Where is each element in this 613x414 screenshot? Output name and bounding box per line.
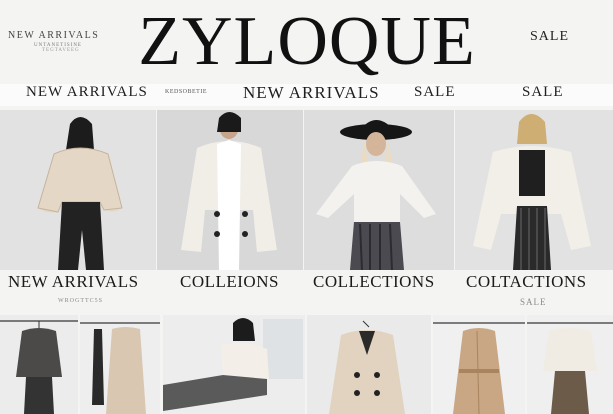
woman-reclining-icon [163,315,305,414]
hanging-dresses-icon [80,315,160,414]
woman-cardigan-icon [455,110,613,270]
nav-small-label: KEDSOBETIE [165,89,207,95]
trench-coat-icon [433,315,525,414]
product-tile-6[interactable] [527,315,613,414]
category-colleions[interactable]: COLLEIONS [180,272,279,292]
hero-photo-2[interactable] [157,110,303,270]
nav-sale-1[interactable]: SALE [414,84,456,101]
brand-logo[interactable]: ZYLOQUE [112,0,502,84]
product-tile-2[interactable] [80,315,160,414]
category-coltactions[interactable]: COLTACTIONS [466,272,587,292]
woman-lace-sweater-icon [0,110,156,270]
product-tile-1[interactable] [0,315,78,414]
hero-photo-1[interactable] [0,110,156,270]
product-tile-4[interactable] [307,315,431,414]
product-tile-5[interactable] [433,315,525,414]
category-sublabel-1: WROGTTC5S [58,298,103,304]
header-top-left-text: NEW ARRIVALS UNTANETISINE TEGTAVEEG [8,30,112,53]
woman-hat-knit-icon [304,110,454,270]
nav-new-arrivals-1[interactable]: NEW ARRIVALS [26,84,148,101]
top-left-new-arrivals: NEW ARRIVALS [8,30,100,41]
hanging-blouse-skirt-icon [527,315,613,414]
nav-sale-2[interactable]: SALE [522,84,564,101]
woman-white-coat-icon [157,110,303,270]
nav-new-arrivals-2[interactable]: NEW ARRIVALS [243,83,380,103]
hanging-knit-outfit-icon [0,315,78,414]
hero-photo-3[interactable] [304,110,454,270]
category-sublabel-sale[interactable]: SALE [520,297,547,307]
hero-photo-4[interactable] [455,110,613,270]
double-breasted-coat-icon [307,315,431,414]
category-new-arrivals[interactable]: NEW ARRIVALS [8,272,139,292]
product-tile-3[interactable] [163,315,305,414]
top-left-subline-2: TEGTAVEEG [42,48,80,53]
category-collections[interactable]: COLLECTIONS [313,272,435,292]
top-sale-link[interactable]: SALE [530,29,569,45]
